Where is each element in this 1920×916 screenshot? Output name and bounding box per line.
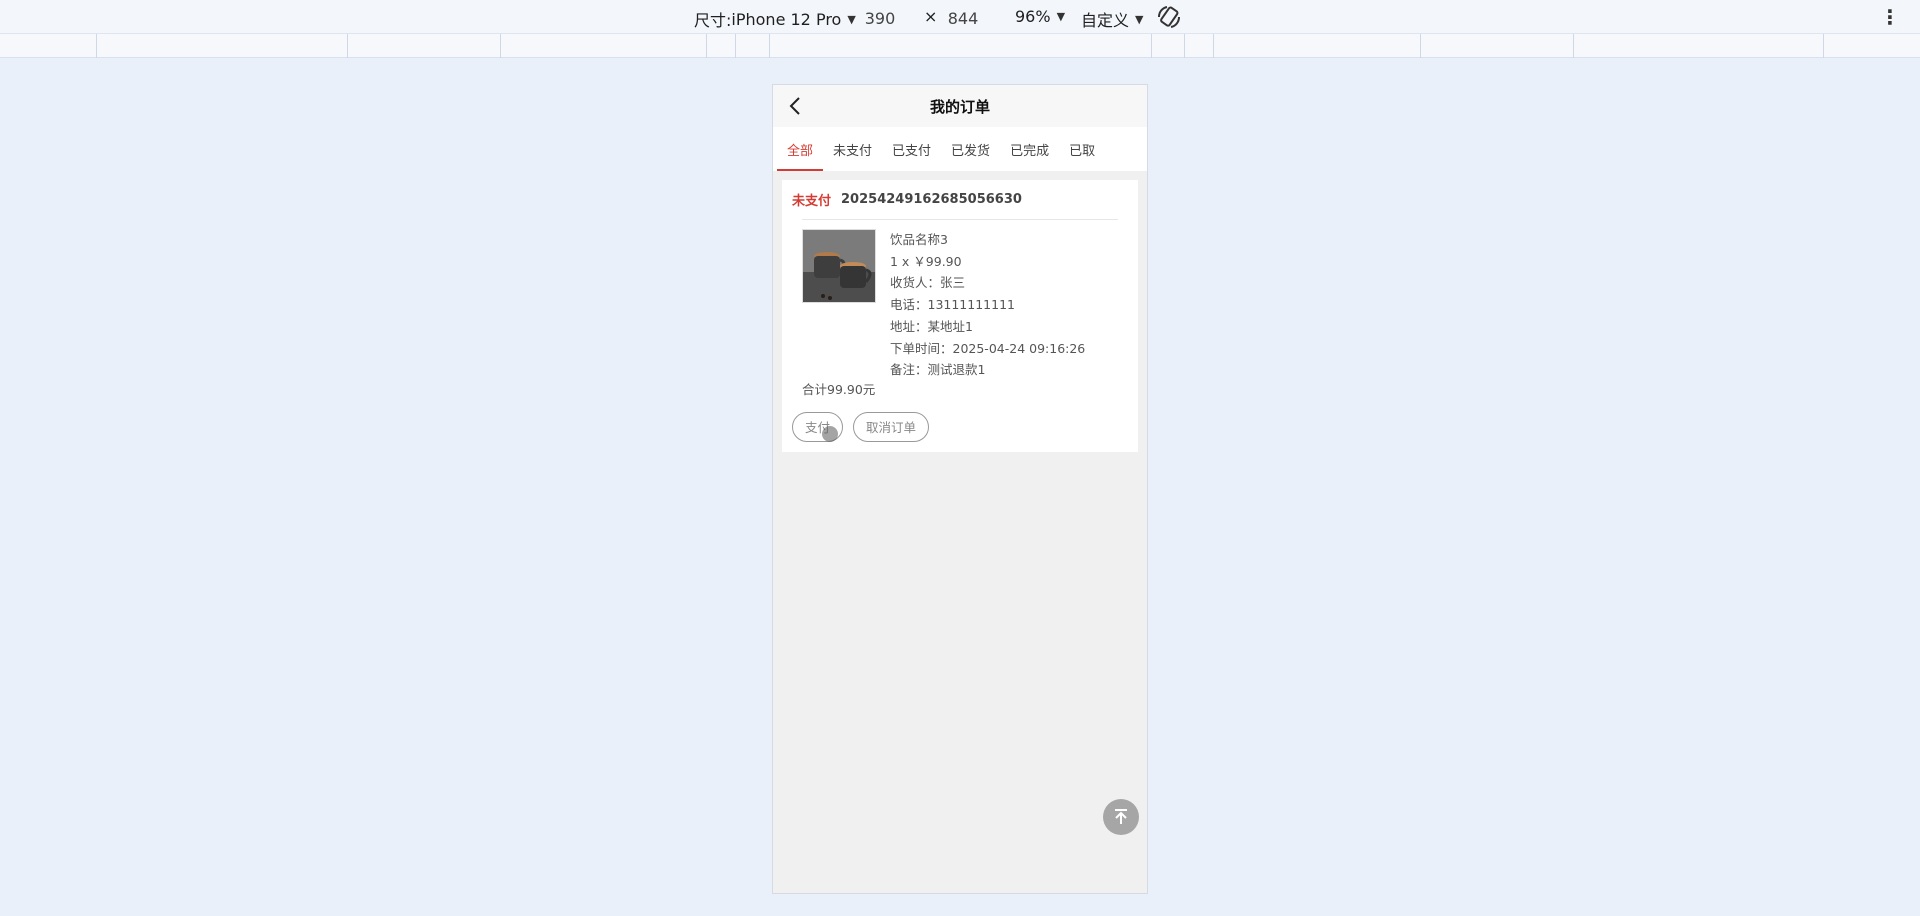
media-query-ruler: [0, 34, 1920, 58]
device-selector[interactable]: 尺寸: iPhone 12 Pro ▼: [694, 7, 856, 31]
tab-completed[interactable]: 已完成: [1000, 127, 1059, 171]
ruler-tick: [1184, 34, 1185, 58]
device-name: iPhone 12 Pro: [731, 9, 842, 29]
nav-bar: 我的订单: [773, 85, 1147, 127]
ruler-tick: [500, 34, 501, 58]
ruler-tick: [1213, 34, 1214, 58]
ruler-tick: [735, 34, 736, 58]
ruler-tick: [347, 34, 348, 58]
ruler-tick: [96, 34, 97, 58]
chevron-left-icon[interactable]: [785, 95, 807, 117]
receiver: 收货人：张三: [890, 275, 966, 291]
page-title: 我的订单: [929, 97, 990, 116]
item-name: 饮品名称3: [890, 232, 948, 247]
ruler-tick: [1151, 34, 1152, 58]
phone: 电话：13111111111: [890, 297, 1015, 313]
cancel-order-button[interactable]: 取消订单: [853, 411, 930, 442]
tab-cancelled[interactable]: 已取: [1059, 127, 1105, 171]
order-number: 20254249162685056630: [841, 192, 1022, 207]
touch-cursor: [822, 426, 838, 442]
zoom-selector[interactable]: 96% ▼: [1015, 7, 1065, 26]
order-time: 下单时间：2025-04-24 09:16:26: [890, 340, 1086, 356]
kebab-menu-icon[interactable]: ⋮: [1880, 5, 1900, 29]
order-details: 饮品名称3 1 x ￥99.90 收货人：张三 电话：13111111111 地…: [890, 229, 1085, 381]
item-qty-price: 1 x ￥99.90: [890, 253, 962, 269]
tab-all[interactable]: 全部: [777, 127, 824, 171]
order-body: 饮品名称3 1 x ￥99.90 收货人：张三 电话：13111111111 地…: [792, 229, 1128, 381]
order-actions: 支付 取消订单: [792, 411, 1128, 442]
remark: 备注：测试退款1: [890, 362, 986, 378]
back-to-top-button[interactable]: [1103, 799, 1139, 835]
address: 地址：某地址1: [890, 318, 973, 334]
order-total: 合计99.90元: [802, 381, 876, 397]
arrow-up-to-line-icon: [1115, 809, 1127, 824]
rotate-device-icon[interactable]: [1155, 3, 1183, 31]
zoom-value: 96%: [1015, 7, 1051, 26]
divider: [802, 219, 1118, 220]
mode-value: 自定义: [1081, 11, 1130, 30]
order-header: 未支付 20254249162685056630: [792, 190, 1128, 209]
order-card: 未支付 20254249162685056630 饮品名称3 1 x ￥99.9…: [782, 180, 1138, 452]
throttle-selector[interactable]: 自定义 ▼: [1081, 7, 1143, 31]
ruler-tick: [1823, 34, 1824, 58]
ruler-tick: [1573, 34, 1574, 58]
tab-unpaid[interactable]: 未支付: [823, 127, 882, 171]
order-tabs: 全部 未支付 已支付 已发货 已完成 已取: [773, 127, 1147, 171]
ruler-tick: [706, 34, 707, 58]
device-viewport: 我的订单 全部 未支付 已支付 已发货 已完成 已取 未支付 202542491…: [772, 84, 1148, 894]
tab-shipped[interactable]: 已发货: [941, 127, 1000, 171]
status-badge: 未支付: [792, 194, 832, 209]
chevron-down-icon: ▼: [1056, 10, 1066, 23]
tab-paid[interactable]: 已支付: [882, 127, 941, 171]
width-input[interactable]: [850, 7, 910, 29]
device-prefix: 尺寸:: [694, 11, 732, 30]
product-image: [802, 229, 876, 303]
chevron-down-icon: ▼: [1135, 12, 1144, 26]
ruler-tick: [769, 34, 770, 58]
devtools-device-toolbar: 尺寸: iPhone 12 Pro ▼ × 96% ▼ 自定义 ▼ ⋮: [0, 0, 1920, 34]
ruler-tick: [1420, 34, 1421, 58]
height-input[interactable]: [933, 7, 993, 29]
